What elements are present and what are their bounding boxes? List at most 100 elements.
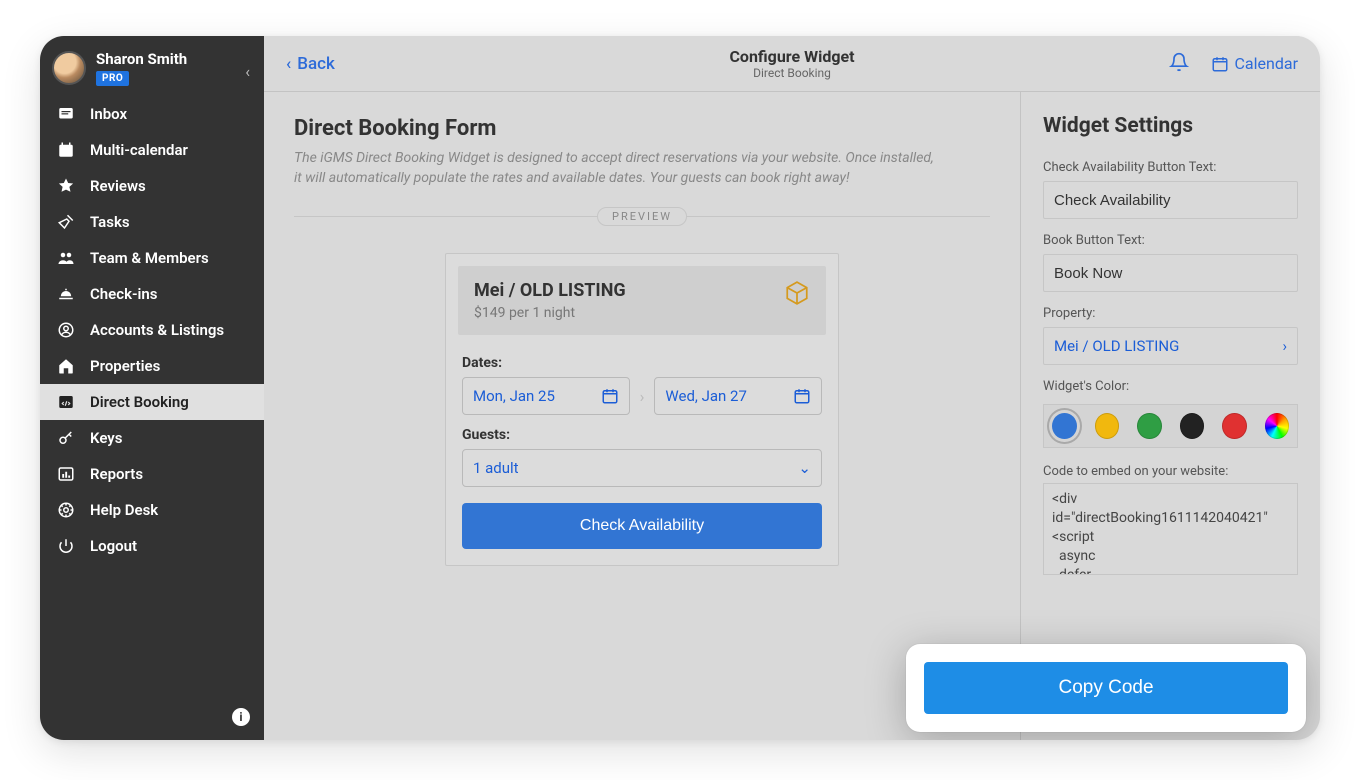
guests-label: Guests: (462, 427, 822, 443)
sidebar-item-direct-booking[interactable]: Direct Booking (40, 384, 264, 420)
guests-select[interactable]: 1 adult ⌄ (462, 449, 822, 487)
dates-label: Dates: (462, 355, 822, 371)
sidebar-item-logout[interactable]: Logout (40, 528, 264, 564)
sidebar-item-reviews[interactable]: Reviews (40, 168, 264, 204)
embed-code-label: Code to embed on your website: (1043, 464, 1298, 479)
key-icon (56, 429, 76, 447)
sidebar-item-label: Help Desk (90, 501, 158, 519)
sidebar-item-multi-calendar[interactable]: Multi-calendar (40, 132, 264, 168)
info-icon[interactable]: i (232, 708, 250, 726)
page-description: The iGMS Direct Booking Widget is design… (294, 149, 934, 188)
embed-code-box[interactable] (1043, 483, 1298, 575)
sidebar-item-check-ins[interactable]: Check-ins (40, 276, 264, 312)
sidebar-item-label: Tasks (90, 213, 130, 231)
page-title: Direct Booking Form (294, 116, 990, 141)
collapse-sidebar-icon[interactable]: ‹ (245, 62, 250, 81)
sidebar-item-label: Properties (90, 357, 160, 375)
sidebar-item-label: Check-ins (90, 285, 157, 303)
chevron-right-icon: › (640, 387, 645, 406)
settings-panel: Widget Settings Check Availability Butto… (1020, 92, 1320, 740)
sidebar-item-label: Reports (90, 465, 143, 483)
widget-listing-name: Mei / OLD LISTING (474, 280, 626, 301)
star-icon (56, 177, 76, 195)
sidebar-item-label: Inbox (90, 105, 127, 123)
chevron-left-icon: ‹ (286, 54, 291, 74)
property-value: Mei / OLD LISTING (1054, 337, 1179, 355)
copy-code-card: Copy Code (906, 644, 1306, 732)
color-swatch[interactable] (1095, 413, 1120, 439)
sidebar-item-tasks[interactable]: Tasks (40, 204, 264, 240)
widget-preview-card: Mei / OLD LISTING $149 per 1 night (445, 253, 839, 566)
date-end-input[interactable]: Wed, Jan 27 (654, 377, 822, 415)
page-header-title: Configure Widget (729, 47, 854, 66)
chat-icon (56, 105, 76, 123)
pro-badge: PRO (96, 71, 129, 86)
guests-value: 1 adult (473, 459, 519, 477)
preview-chip: PREVIEW (597, 207, 687, 226)
sidebar-item-reports[interactable]: Reports (40, 456, 264, 492)
settings-title: Widget Settings (1043, 114, 1298, 138)
sidebar-item-team-members[interactable]: Team & Members (40, 240, 264, 276)
help-icon (56, 501, 76, 519)
calendar-link-label: Calendar (1235, 54, 1298, 73)
sidebar-item-label: Team & Members (90, 249, 209, 267)
bell-icon[interactable] (1169, 52, 1189, 76)
check-btn-text-label: Check Availability Button Text: (1043, 160, 1298, 175)
color-label: Widget's Color: (1043, 379, 1298, 394)
color-swatch[interactable] (1052, 413, 1077, 439)
sidebar-item-properties[interactable]: Properties (40, 348, 264, 384)
calendar-icon (56, 141, 76, 159)
bell-dish-icon (56, 285, 76, 303)
app-shell: Sharon Smith PRO ‹ Inbox Multi-calendar Re… (40, 36, 1320, 740)
broom-icon (56, 213, 76, 231)
back-label: Back (297, 54, 335, 74)
sidebar-item-inbox[interactable]: Inbox (40, 96, 264, 132)
calendar-icon (793, 387, 811, 405)
content-row: Direct Booking Form The iGMS Direct Book… (264, 92, 1320, 740)
copy-code-button[interactable]: Copy Code (924, 662, 1288, 714)
date-start-input[interactable]: Mon, Jan 25 (462, 377, 630, 415)
sidebar: Sharon Smith PRO ‹ Inbox Multi-calendar Re… (40, 36, 264, 740)
sidebar-item-accounts-listings[interactable]: Accounts & Listings (40, 312, 264, 348)
color-swatch[interactable] (1222, 413, 1247, 439)
calendar-link[interactable]: Calendar (1211, 54, 1298, 73)
sidebar-item-keys[interactable]: Keys (40, 420, 264, 456)
chart-icon (56, 465, 76, 483)
account-icon (56, 321, 76, 339)
sidebar-item-label: Keys (90, 429, 122, 447)
avatar (52, 51, 86, 85)
home-icon (56, 357, 76, 375)
sidebar-nav: Inbox Multi-calendar Reviews Tasks Team & Me… (40, 96, 264, 492)
code-icon (56, 393, 76, 411)
topbar: ‹ Back Configure Widget Direct Booking C… (264, 36, 1320, 92)
sidebar-item-label: Accounts & Listings (90, 321, 224, 339)
team-icon (56, 249, 76, 267)
profile-block[interactable]: Sharon Smith PRO ‹ (40, 44, 264, 96)
page-header-subtitle: Direct Booking (729, 66, 854, 80)
back-button[interactable]: ‹ Back (286, 54, 335, 74)
property-select[interactable]: Mei / OLD LISTING › (1043, 327, 1298, 365)
main-pane: ‹ Back Configure Widget Direct Booking C… (264, 36, 1320, 740)
widget-header: Mei / OLD LISTING $149 per 1 night (458, 266, 826, 335)
color-swatch[interactable] (1180, 413, 1205, 439)
brand-hex-icon (784, 280, 810, 306)
color-picker (1043, 404, 1298, 448)
date-start-value: Mon, Jan 25 (473, 387, 555, 405)
sidebar-item-label: Multi-calendar (90, 141, 188, 159)
book-btn-text-input[interactable] (1043, 254, 1298, 292)
check-btn-text-input[interactable] (1043, 181, 1298, 219)
sidebar-item-label: Reviews (90, 177, 146, 195)
chevron-right-icon: › (1282, 337, 1287, 355)
book-btn-text-label: Book Button Text: (1043, 233, 1298, 248)
sidebar-item-label: Direct Booking (90, 393, 189, 411)
color-swatch[interactable] (1137, 413, 1162, 439)
calendar-icon (601, 387, 619, 405)
main-column: Direct Booking Form The iGMS Direct Book… (264, 92, 1020, 740)
property-label: Property: (1043, 306, 1298, 321)
color-swatch[interactable] (1265, 413, 1290, 439)
profile-name: Sharon Smith (96, 50, 187, 68)
sidebar-item-label: Logout (90, 537, 137, 555)
sidebar-item-help-desk[interactable]: Help Desk (40, 492, 264, 528)
check-availability-button[interactable]: Check Availability (462, 503, 822, 549)
date-end-value: Wed, Jan 27 (665, 387, 746, 405)
